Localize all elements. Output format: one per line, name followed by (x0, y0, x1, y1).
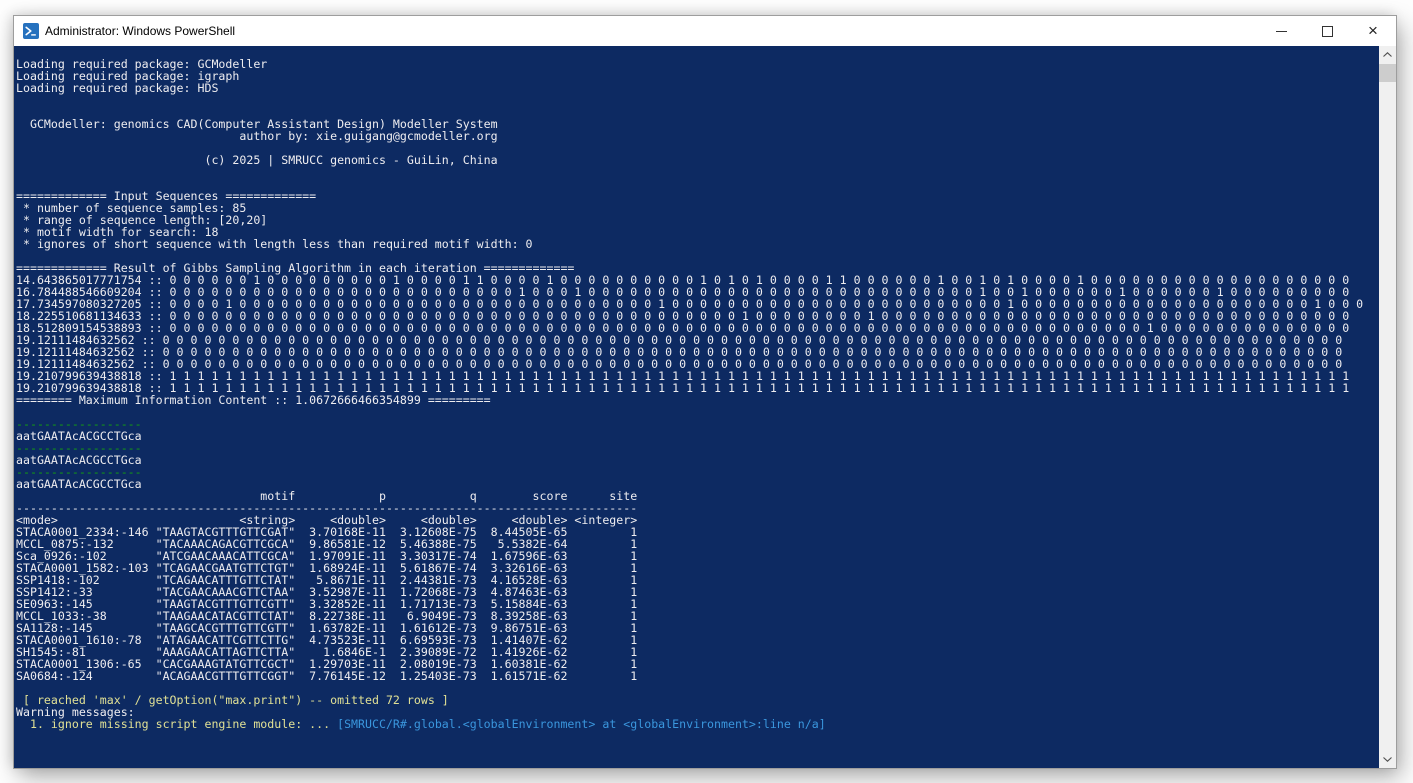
console-line: ======== Maximum Information Content :: … (16, 394, 1379, 406)
console-line: * ignores of short sequence with length … (16, 238, 1379, 250)
titlebar[interactable]: Administrator: Windows PowerShell × (14, 16, 1396, 46)
scroll-thumb[interactable] (1379, 64, 1396, 82)
minimize-button[interactable] (1258, 16, 1304, 46)
scrollbar[interactable] (1379, 46, 1396, 768)
console-line: aatGAATAcACGCCTGca (16, 430, 1379, 442)
console-line: * range of sequence length: [20,20] (16, 214, 1379, 226)
maximize-button[interactable] (1304, 16, 1350, 46)
console-line: (c) 2025 | SMRUCC genomics - GuiLin, Chi… (16, 154, 1379, 166)
window-title: Administrator: Windows PowerShell (45, 24, 1258, 38)
close-icon: × (1368, 22, 1378, 39)
console-line: ------------------ (16, 418, 1379, 430)
close-button[interactable]: × (1350, 16, 1396, 46)
console-line: 1. ignore missing script engine module: … (16, 718, 1379, 730)
minimize-icon (1276, 31, 1287, 32)
powershell-icon (23, 23, 39, 39)
caption-buttons: × (1258, 16, 1396, 46)
console-line (16, 406, 1379, 418)
console-line: Loading required package: igraph (16, 70, 1379, 82)
console-line: ------------------ (16, 466, 1379, 478)
console-line: aatGAATAcACGCCTGca (16, 454, 1379, 466)
scroll-down-button[interactable] (1379, 751, 1396, 768)
console-line: SA0684:-124 "ACAGAACGTTTGTTCGGT" 7.76145… (16, 670, 1379, 682)
scroll-up-button[interactable] (1379, 46, 1396, 63)
console-line: ------------------ (16, 442, 1379, 454)
maximize-icon (1322, 26, 1333, 37)
scroll-down-icon (1383, 757, 1392, 762)
console-output[interactable]: Loading required package: GCModellerLoad… (14, 46, 1379, 768)
powershell-window: Administrator: Windows PowerShell × Load… (14, 16, 1396, 768)
console-line: Loading required package: HDS (16, 82, 1379, 94)
console-line (16, 166, 1379, 178)
console-line (16, 94, 1379, 106)
console-line: author by: xie.guigang@gcmodeller.org (16, 130, 1379, 142)
console-line: [ reached 'max' / getOption("max.print")… (16, 694, 1379, 706)
scroll-up-icon (1383, 52, 1392, 57)
